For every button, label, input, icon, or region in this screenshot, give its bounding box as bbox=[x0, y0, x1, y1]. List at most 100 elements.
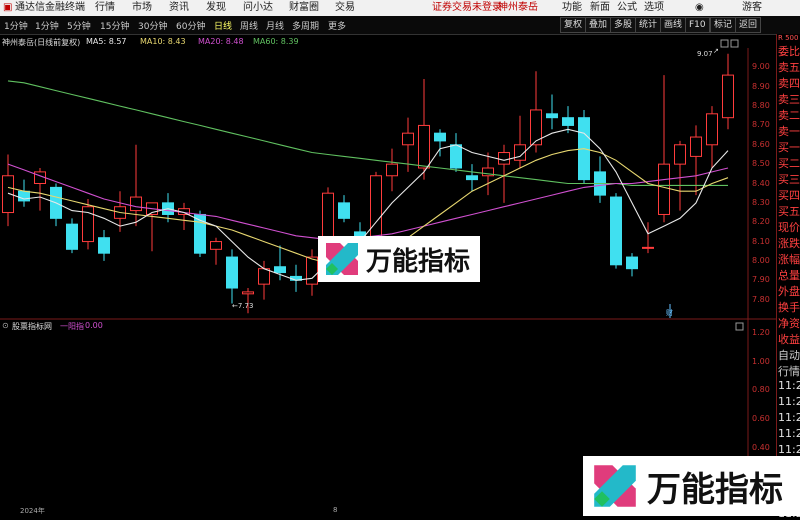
candle-body[interactable] bbox=[98, 237, 110, 254]
user-icon[interactable]: ◉ bbox=[695, 2, 704, 14]
candle-body[interactable] bbox=[546, 113, 558, 119]
candle-body[interactable] bbox=[338, 202, 350, 219]
subchart-tick-label: 1.00 bbox=[752, 356, 770, 366]
draw-line-button[interactable]: 画线 bbox=[660, 17, 687, 33]
overlay-button[interactable]: 叠加 bbox=[585, 17, 612, 33]
window-restore-icon[interactable] bbox=[730, 39, 739, 48]
app-logo-icon: ▣ bbox=[3, 2, 13, 13]
high-arrow-icon: ↗ bbox=[713, 47, 719, 55]
candle-body[interactable] bbox=[242, 291, 254, 295]
menu-item-formula[interactable]: 公式 bbox=[617, 2, 637, 14]
candle-body[interactable] bbox=[370, 175, 382, 239]
candle-body[interactable] bbox=[274, 266, 286, 274]
period-60min[interactable]: 60分钟 bbox=[176, 19, 205, 32]
adjust-button[interactable]: 复权 bbox=[560, 17, 587, 33]
period-30min[interactable]: 30分钟 bbox=[138, 19, 167, 32]
candle-body[interactable] bbox=[386, 163, 398, 177]
period-daily[interactable]: 日线 bbox=[214, 19, 232, 32]
candle-body[interactable] bbox=[66, 223, 78, 250]
indicator-name: 一阳指 bbox=[60, 322, 84, 331]
statistics-button[interactable]: 统计 bbox=[635, 17, 662, 33]
quote-panel-row: 11:2 bbox=[778, 411, 800, 424]
quote-panel-row: 涨跌 bbox=[778, 237, 800, 250]
period-more[interactable]: 更多 bbox=[328, 19, 346, 32]
candle-body[interactable] bbox=[690, 136, 702, 157]
candle-body[interactable] bbox=[722, 74, 734, 119]
quote-panel-row: 卖一 bbox=[778, 125, 800, 138]
candle-body[interactable] bbox=[130, 196, 142, 212]
period-weekly[interactable]: 周线 bbox=[240, 19, 258, 32]
menu-item-function[interactable]: 功能 bbox=[562, 2, 582, 14]
mark-button[interactable]: 标记 bbox=[710, 17, 737, 33]
price-tick-label: 8.20 bbox=[752, 217, 770, 227]
watermark-text-corner: 万能指标 bbox=[647, 469, 783, 510]
guest-label: 游客 bbox=[742, 2, 762, 13]
candle-body[interactable] bbox=[226, 256, 238, 289]
period-bar: 1分钟 1分钟 5分钟 15分钟 30分钟 60分钟 日线 周线 月线 多周期 … bbox=[0, 16, 800, 35]
candle-body[interactable] bbox=[658, 163, 670, 215]
login-notice[interactable]: 证券交易未登录 bbox=[432, 2, 502, 14]
subchart-settings-icon[interactable]: ⊙ bbox=[2, 321, 9, 330]
watermark-emblem-icon bbox=[594, 465, 636, 507]
candle-body[interactable] bbox=[706, 113, 718, 146]
menu-item-options[interactable]: 选项 bbox=[644, 2, 664, 14]
back-button[interactable]: 返回 bbox=[735, 17, 762, 33]
candle-body[interactable] bbox=[674, 144, 686, 165]
candle-body[interactable] bbox=[562, 117, 574, 126]
quote-panel-row: 外盘 bbox=[778, 285, 800, 298]
menu-item-trade[interactable]: 交易 bbox=[335, 2, 355, 14]
candle-body[interactable] bbox=[626, 256, 638, 270]
price-tick-label: 8.60 bbox=[752, 139, 770, 149]
subchart-tick-label: 0.60 bbox=[752, 414, 770, 423]
period-5min[interactable]: 5分钟 bbox=[67, 19, 91, 32]
quote-panel-row: 卖四 bbox=[778, 77, 800, 90]
quote-panel-row: 11:2 bbox=[778, 443, 800, 456]
menu-item-discover[interactable]: 发现 bbox=[206, 2, 226, 14]
menu-item-wealth[interactable]: 财富圈 bbox=[289, 2, 319, 14]
quote-panel-row: 自动 bbox=[778, 349, 800, 362]
candle-body[interactable] bbox=[434, 132, 446, 142]
period-1min-a[interactable]: 1分钟 bbox=[4, 19, 28, 32]
menu-item-new[interactable]: 新面 bbox=[590, 2, 610, 14]
candle-body[interactable] bbox=[498, 152, 510, 165]
window-close-icon[interactable] bbox=[720, 39, 729, 48]
quote-panel-row: 11:2 bbox=[778, 395, 800, 408]
menu-item-market[interactable]: 市场 bbox=[132, 2, 152, 14]
period-15min[interactable]: 15分钟 bbox=[100, 19, 129, 32]
multi-stock-button[interactable]: 多股 bbox=[610, 17, 637, 33]
period-monthly[interactable]: 月线 bbox=[266, 19, 284, 32]
app-title: 通达信金融终端 bbox=[15, 2, 85, 13]
indicator-value: 0.00 bbox=[85, 321, 103, 330]
price-tick-label: 8.90 bbox=[752, 81, 770, 91]
menu-item-quotes[interactable]: 行情 bbox=[95, 2, 115, 14]
event-annotation[interactable]: 财 bbox=[666, 308, 673, 318]
menu-item-news[interactable]: 资讯 bbox=[169, 2, 189, 14]
subchart-tick-label: 0.80 bbox=[752, 385, 770, 395]
candle-body[interactable] bbox=[306, 256, 318, 285]
candle-body[interactable] bbox=[402, 132, 414, 146]
candle-body[interactable] bbox=[258, 268, 270, 285]
ma60-line bbox=[7, 80, 728, 186]
quote-panel-row: 行情 bbox=[778, 365, 800, 378]
candle-body[interactable] bbox=[610, 196, 622, 266]
f10-button[interactable]: F10 bbox=[685, 17, 710, 33]
candle-body[interactable] bbox=[642, 246, 654, 249]
candle-body[interactable] bbox=[450, 144, 462, 169]
candle-body[interactable] bbox=[466, 175, 478, 181]
candle-body[interactable] bbox=[322, 192, 334, 239]
candle-body[interactable] bbox=[418, 124, 430, 169]
period-1min-b[interactable]: 1分钟 bbox=[35, 19, 59, 32]
watermark-logo-center: 万能指标 bbox=[318, 236, 480, 282]
stock-name-title: 神州泰岳 bbox=[498, 2, 538, 13]
subchart-close-icon[interactable] bbox=[735, 322, 744, 331]
price-tick-label: 8.10 bbox=[752, 236, 770, 246]
quote-panel-row: 涨幅 bbox=[778, 253, 800, 266]
quote-panel-row: 卖三 bbox=[778, 93, 800, 106]
menu-item-ask[interactable]: 问小达 bbox=[243, 2, 273, 14]
candle-body[interactable] bbox=[210, 241, 222, 250]
price-tick-label: 8.70 bbox=[752, 120, 770, 130]
quote-panel-row: 总量 bbox=[778, 269, 800, 282]
quote-panel-row: 净资 bbox=[778, 317, 800, 330]
subchart-tick-label: 1.20 bbox=[752, 328, 770, 337]
period-multi[interactable]: 多周期 bbox=[292, 19, 319, 32]
